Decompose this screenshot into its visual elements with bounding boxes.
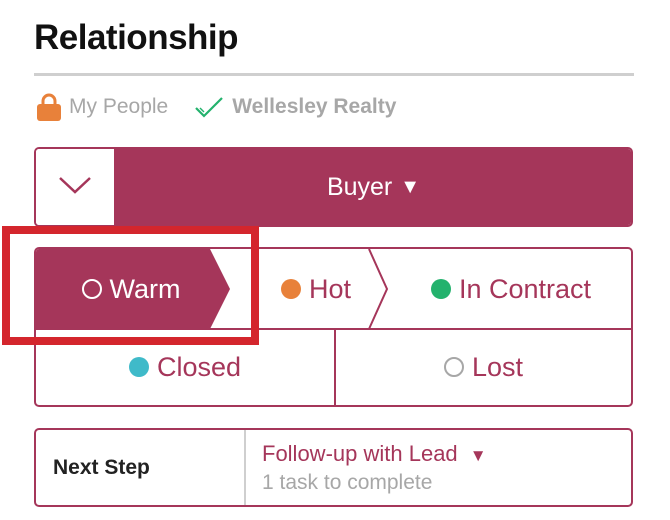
dropdown-caret-icon: ▼ (469, 445, 487, 465)
dropdown-caret-icon: ▼ (400, 175, 421, 198)
tag-my-people-label: My People (69, 95, 169, 118)
tag-brokerage-label: Wellesley Realty (232, 95, 397, 118)
next-step-subtitle: 1 task to complete (262, 470, 433, 494)
stage-hot-dot-icon (280, 279, 301, 299)
lock-icon (36, 92, 62, 122)
next-step-task-label: Follow-up with Lead (262, 440, 458, 466)
relationship-type-label: Buyer (326, 172, 393, 201)
stage-hot[interactable]: Hot (241, 249, 391, 329)
stage-in-contract-dot-icon (430, 279, 451, 299)
page-title: Relationship (34, 18, 239, 57)
stage-lost-label: Lost (471, 351, 524, 382)
next-step-label: Next Step (36, 430, 246, 505)
collapse-toggle-button[interactable] (36, 149, 116, 225)
chevron-down-icon (58, 175, 92, 200)
visibility-tags: My People Wellesley Realty (36, 90, 422, 124)
stage-lost-dot-icon (443, 357, 464, 377)
title-divider (34, 73, 634, 76)
stage-hot-label: Hot (308, 273, 352, 304)
checkmark-icon (194, 95, 224, 119)
next-step-detail[interactable]: Follow-up with Lead ▼ 1 task to complete (246, 430, 631, 505)
relationship-type-selector: Buyer ▼ (34, 147, 633, 227)
stage-in-contract[interactable]: In Contract (391, 249, 631, 329)
next-step-task-dropdown[interactable]: Follow-up with Lead ▼ (262, 441, 631, 467)
highlight-box (2, 226, 259, 345)
stage-closed-dot-icon (128, 357, 149, 377)
next-step-panel: Next Step Follow-up with Lead ▼ 1 task t… (34, 428, 633, 507)
stage-closed-label: Closed (156, 351, 242, 382)
tag-my-people[interactable]: My People (36, 92, 168, 122)
stage-lost[interactable]: Lost (336, 329, 631, 405)
tag-brokerage[interactable]: Wellesley Realty (194, 95, 396, 119)
relationship-type-dropdown[interactable]: Buyer ▼ (116, 149, 631, 225)
stage-in-contract-label: In Contract (458, 273, 592, 304)
